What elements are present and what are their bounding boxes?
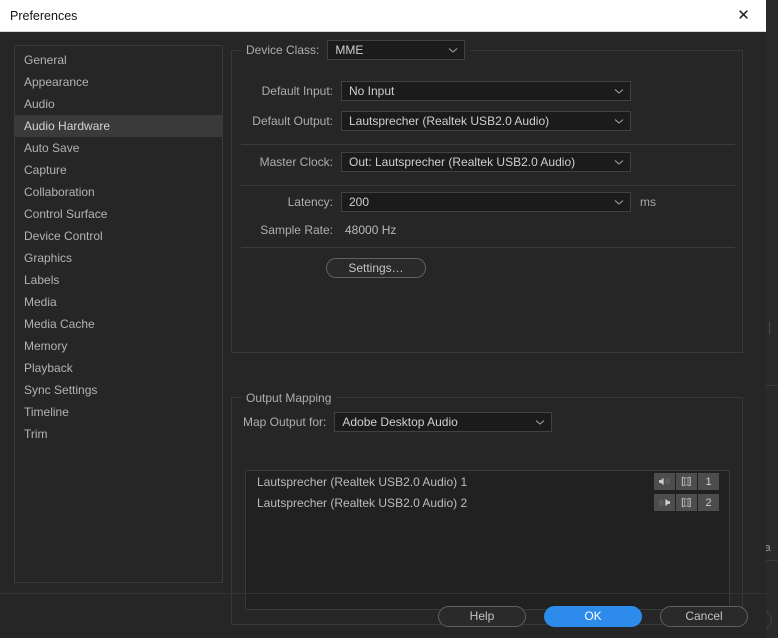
output-channel-name: Lautsprecher (Realtek USB2.0 Audio) 1 — [257, 474, 468, 489]
default-input-value: No Input — [349, 84, 395, 98]
map-output-value: Adobe Desktop Audio — [342, 415, 458, 429]
speaker-right-icon[interactable] — [654, 494, 675, 511]
sidebar-item-audio-hardware[interactable]: Audio Hardware — [15, 115, 222, 137]
output-mapping-title: Output Mapping — [241, 391, 337, 405]
device-separator-2 — [241, 185, 735, 186]
map-output-label: Map Output for: — [243, 415, 327, 429]
preferences-category-list[interactable]: General Appearance Audio Audio Hardware … — [14, 45, 223, 583]
sample-rate-value: 48000 Hz — [345, 223, 397, 237]
sidebar-item-collaboration[interactable]: Collaboration — [15, 181, 222, 203]
chevron-down-icon — [614, 157, 624, 166]
sidebar-item-trim[interactable]: Trim — [15, 423, 222, 445]
dialog-title: Preferences — [10, 8, 78, 23]
map-output-row: Map Output for: Adobe Desktop Audio — [243, 412, 553, 432]
latency-label: Latency: — [287, 195, 333, 209]
default-output-row: Default Output: Lautsprecher (Realtek US… — [243, 111, 631, 131]
chevron-down-icon — [448, 45, 458, 54]
sidebar-item-timeline[interactable]: Timeline — [15, 401, 222, 423]
device-separator-3 — [241, 247, 735, 248]
master-clock-value: Out: Lautsprecher (Realtek USB2.0 Audio) — [349, 155, 576, 169]
chevron-down-icon — [535, 417, 545, 426]
default-output-value: Lautsprecher (Realtek USB2.0 Audio) — [349, 114, 550, 128]
default-input-label: Default Input: — [261, 84, 333, 98]
sidebar-item-sync-settings[interactable]: Sync Settings — [15, 379, 222, 401]
sidebar-item-playback[interactable]: Playback — [15, 357, 222, 379]
output-row-controls: 2 — [653, 494, 719, 511]
output-mapping-groupbox: Output Mapping Map Output for: Adobe Des… — [231, 391, 743, 625]
background-divider-a — [769, 322, 770, 334]
output-channel-name: Lautsprecher (Realtek USB2.0 Audio) 2 — [257, 495, 468, 510]
latency-row: Latency: 200 ms — [243, 192, 656, 212]
dialog-body: General Appearance Audio Audio Hardware … — [0, 32, 766, 638]
sidebar-item-auto-save[interactable]: Auto Save — [15, 137, 222, 159]
table-row[interactable]: Lautsprecher (Realtek USB2.0 Audio) 1 1 — [246, 471, 729, 492]
device-separator-1 — [241, 144, 735, 145]
chevron-down-icon — [614, 116, 624, 125]
map-output-select[interactable]: Adobe Desktop Audio — [334, 412, 553, 432]
output-channel-number[interactable]: 1 — [698, 473, 719, 490]
sample-rate-row: Sample Rate: 48000 Hz — [243, 223, 396, 237]
clip-bracket-icon[interactable] — [676, 494, 697, 511]
output-row-controls: 1 — [653, 473, 719, 490]
preferences-content-pane: Device Class: MME Default Input: No Inpu… — [231, 32, 766, 638]
close-icon[interactable]: ✕ — [721, 0, 766, 31]
device-class-select[interactable]: MME — [327, 40, 466, 60]
dialog-titlebar: Preferences ✕ — [0, 0, 766, 32]
sidebar-item-media-cache[interactable]: Media Cache — [15, 313, 222, 335]
device-class-value: MME — [335, 43, 364, 57]
output-channel-number[interactable]: 2 — [698, 494, 719, 511]
help-button[interactable]: Help — [438, 605, 526, 627]
default-input-row: Default Input: No Input — [243, 81, 631, 101]
chevron-down-icon — [614, 86, 624, 95]
sidebar-item-media[interactable]: Media — [15, 291, 222, 313]
latency-unit-label: ms — [640, 195, 656, 209]
output-mapping-list[interactable]: Lautsprecher (Realtek USB2.0 Audio) 1 1 … — [245, 470, 730, 610]
default-output-label: Default Output: — [252, 114, 333, 128]
chevron-down-icon — [614, 197, 624, 206]
sidebar-item-control-surface[interactable]: Control Surface — [15, 203, 222, 225]
audio-settings-button[interactable]: Settings… — [326, 258, 426, 278]
cancel-button[interactable]: Cancel — [660, 605, 748, 627]
device-class-label: Device Class: — [246, 43, 320, 57]
sidebar-item-labels[interactable]: Labels — [15, 269, 222, 291]
master-clock-select[interactable]: Out: Lautsprecher (Realtek USB2.0 Audio) — [341, 152, 631, 172]
sidebar-item-capture[interactable]: Capture — [15, 159, 222, 181]
table-row[interactable]: Lautsprecher (Realtek USB2.0 Audio) 2 2 — [246, 492, 729, 513]
sidebar-item-graphics[interactable]: Graphics — [15, 247, 222, 269]
dialog-footer: Help OK Cancel — [0, 594, 766, 638]
sidebar-item-memory[interactable]: Memory — [15, 335, 222, 357]
sidebar-item-audio[interactable]: Audio — [15, 93, 222, 115]
default-output-select[interactable]: Lautsprecher (Realtek USB2.0 Audio) — [341, 111, 631, 131]
speaker-left-icon[interactable] — [654, 473, 675, 490]
device-class-row: Device Class: MME — [241, 40, 471, 60]
sidebar-item-general[interactable]: General — [15, 49, 222, 71]
sidebar-item-device-control[interactable]: Device Control — [15, 225, 222, 247]
ok-button[interactable]: OK — [544, 605, 642, 627]
audio-device-groupbox: Device Class: MME Default Input: No Inpu… — [231, 40, 743, 353]
preferences-dialog: Preferences ✕ General Appearance Audio A… — [0, 0, 766, 638]
default-input-select[interactable]: No Input — [341, 81, 631, 101]
sidebar-item-appearance[interactable]: Appearance — [15, 71, 222, 93]
clip-bracket-icon[interactable] — [676, 473, 697, 490]
latency-select[interactable]: 200 — [341, 192, 631, 212]
latency-value: 200 — [349, 195, 370, 209]
master-clock-row: Master Clock: Out: Lautsprecher (Realtek… — [243, 152, 631, 172]
master-clock-label: Master Clock: — [259, 155, 333, 169]
sample-rate-label: Sample Rate: — [260, 223, 333, 237]
